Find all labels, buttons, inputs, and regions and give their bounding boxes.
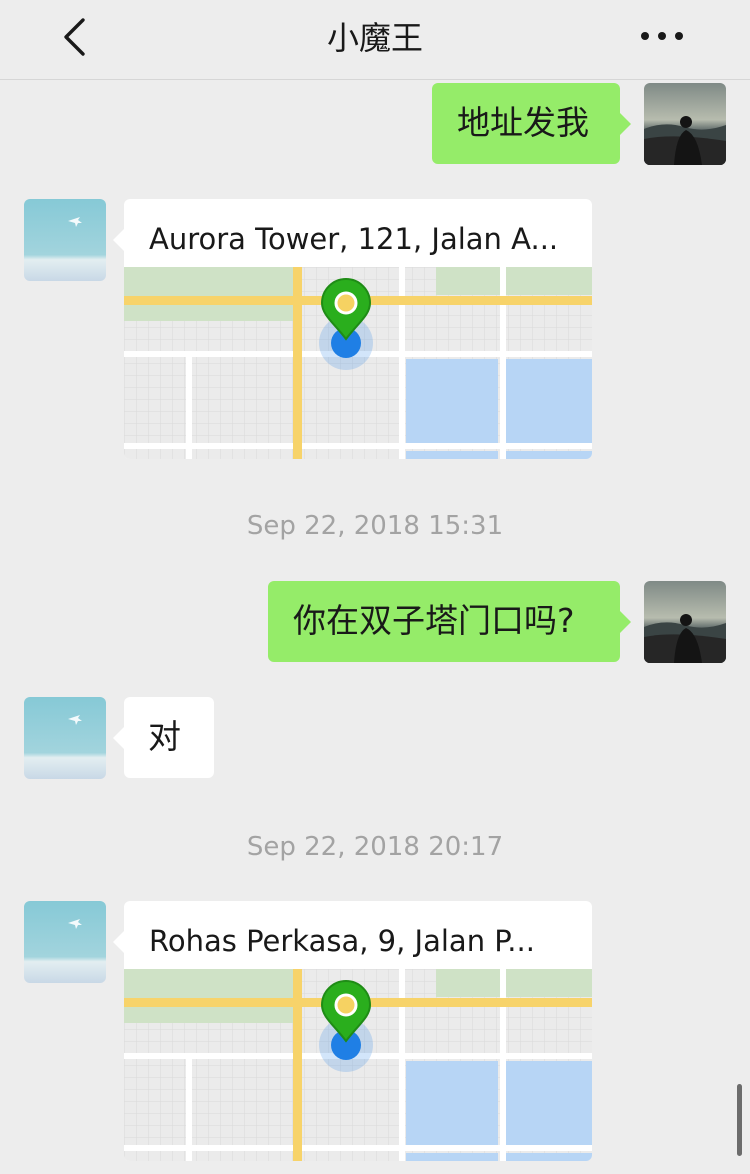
sent-message-bubble[interactable]: 你在双子塔门口吗? xyxy=(268,581,620,662)
contact-avatar[interactable] xyxy=(24,199,106,281)
bubble-tail xyxy=(113,727,124,749)
message-text: 对 xyxy=(148,717,181,756)
received-message-bubble[interactable]: 对 xyxy=(124,697,214,778)
more-horizontal-icon xyxy=(641,32,683,40)
self-avatar[interactable] xyxy=(644,83,726,165)
bubble-tail xyxy=(620,611,631,633)
more-button[interactable] xyxy=(636,24,688,52)
message-timestamp: Sep 22, 2018 15:31 xyxy=(246,511,504,541)
sent-message-bubble[interactable]: 地址发我 xyxy=(432,83,620,164)
contact-avatar[interactable] xyxy=(24,901,106,983)
message-timestamp: Sep 22, 2018 20:17 xyxy=(246,832,504,862)
location-message-card[interactable]: Rohas Perkasa, 9, Jalan P... xyxy=(124,901,592,1161)
bubble-tail xyxy=(113,229,124,251)
message-text: 你在双子塔门口吗? xyxy=(293,601,575,640)
bubble-tail xyxy=(113,931,124,953)
location-address: Aurora Tower, 121, Jalan A... xyxy=(149,222,559,256)
contact-avatar[interactable] xyxy=(24,697,106,779)
location-map-preview[interactable] xyxy=(124,969,592,1161)
navigation-bar: 小魔王 xyxy=(0,0,750,80)
self-avatar[interactable] xyxy=(644,581,726,663)
location-message-card[interactable]: Aurora Tower, 121, Jalan A... xyxy=(124,199,592,459)
scrollbar[interactable] xyxy=(737,1084,742,1156)
message-text: 地址发我 xyxy=(457,103,589,142)
location-map-preview[interactable] xyxy=(124,267,592,459)
bubble-tail xyxy=(620,113,631,135)
location-address: Rohas Perkasa, 9, Jalan P... xyxy=(149,924,535,958)
